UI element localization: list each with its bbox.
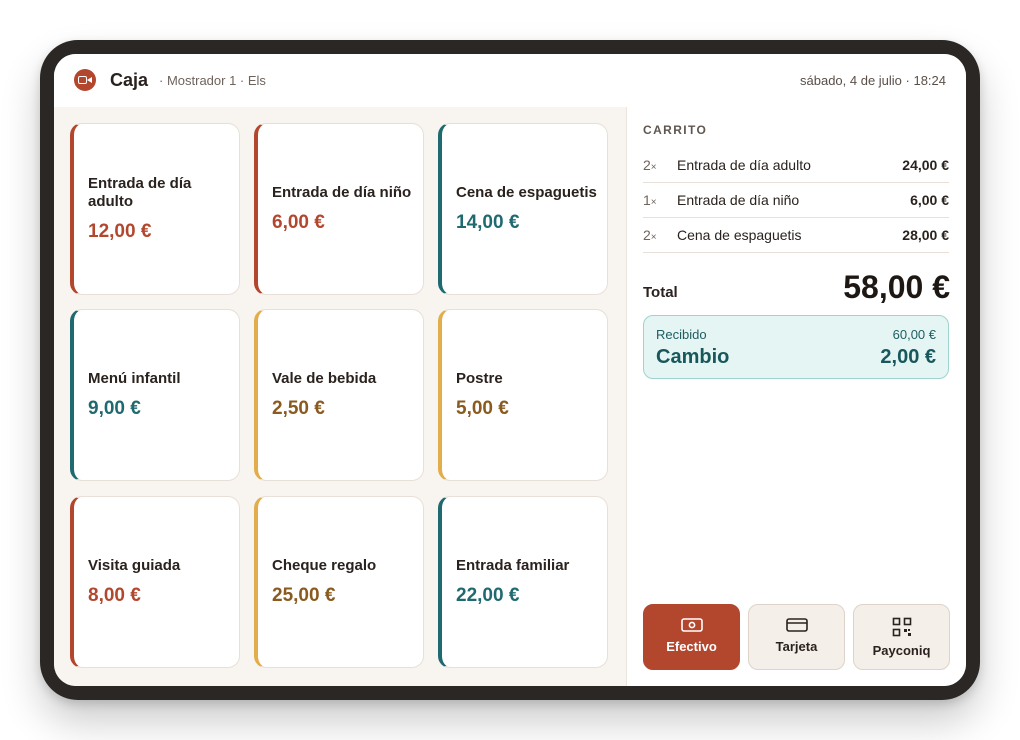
change-value: 2,00 €: [880, 346, 936, 368]
cart-title: CARRITO: [643, 123, 708, 137]
product-tile[interactable]: Entrada de día adulto 12,00 €: [70, 123, 240, 295]
cash-icon: [680, 618, 703, 632]
product-price: 8,00 €: [88, 585, 141, 606]
screen: Caja · Mostrador 1 · Els sábado, 4 de ju…: [54, 54, 966, 686]
total-value: 58,00 €: [843, 269, 950, 305]
top-bar: Caja · Mostrador 1 · Els sábado, 4 de ju…: [54, 54, 966, 108]
tablet-frame: Caja · Mostrador 1 · Els sábado, 4 de ju…: [40, 40, 980, 700]
register-subtitle: · Mostrador 1 · Els: [159, 73, 266, 88]
qr-code-icon: [892, 617, 911, 637]
cart-line[interactable]: 2× Cena de espaguetis 28,00 €: [643, 218, 949, 253]
received-value: 60,00 €: [892, 327, 936, 342]
cart-line[interactable]: 2× Entrada de día adulto 24,00 €: [643, 148, 949, 183]
product-name: Postre: [456, 370, 503, 387]
cart-item-amount: 24,00 €: [902, 157, 949, 173]
product-tile[interactable]: Postre 5,00 €: [438, 309, 608, 481]
pay-payconiq-button[interactable]: Payconiq: [853, 604, 950, 670]
cart-qty: 1×: [643, 192, 657, 208]
card-icon: [785, 618, 808, 632]
product-price: 6,00 €: [272, 212, 325, 233]
product-grid: Entrada de día adulto 12,00 € Entrada de …: [54, 107, 626, 686]
product-name: Vale de bebida: [272, 370, 377, 387]
camera-logo-icon: [74, 69, 96, 91]
cart-line[interactable]: 1× Entrada de día niño 6,00 €: [643, 183, 949, 218]
app-title: Caja: [110, 70, 149, 90]
product-price: 22,00 €: [456, 585, 520, 606]
product-price: 25,00 €: [272, 585, 336, 606]
pay-payconiq-label: Payconiq: [872, 643, 931, 658]
change-label: Cambio: [656, 346, 730, 368]
product-price: 2,50 €: [272, 398, 325, 419]
pay-card-label: Tarjeta: [775, 639, 818, 654]
pay-cash-label: Efectivo: [666, 639, 717, 654]
product-price: 5,00 €: [456, 398, 509, 419]
received-label: Recibido: [656, 327, 707, 342]
product-tile[interactable]: Cheque regalo 25,00 €: [254, 496, 424, 668]
product-tile[interactable]: Entrada de día niño 6,00 €: [254, 123, 424, 295]
product-price: 14,00 €: [456, 212, 520, 233]
cart-panel: CARRITO 2× Entrada de día adulto 24,00 €…: [626, 107, 966, 686]
date-time: sábado, 4 de julio · 18:24: [800, 73, 946, 88]
cart-qty: 2×: [643, 227, 657, 243]
cart-item-amount: 28,00 €: [902, 227, 949, 243]
product-tile[interactable]: Entrada familiar 22,00 €: [438, 496, 608, 668]
product-price: 12,00 €: [88, 221, 152, 242]
product-name: Entrada de día adulto: [88, 175, 192, 210]
product-tile[interactable]: Vale de bebida 2,50 €: [254, 309, 424, 481]
cart-item-amount: 6,00 €: [910, 192, 949, 208]
product-tile[interactable]: Cena de espaguetis 14,00 €: [438, 123, 608, 295]
product-name: Cena de espaguetis: [456, 184, 597, 201]
pay-cash-button[interactable]: Efectivo: [643, 604, 740, 670]
total-label: Total: [643, 284, 678, 301]
product-tile[interactable]: Visita guiada 8,00 €: [70, 496, 240, 668]
product-tile[interactable]: Menú infantil 9,00 €: [70, 309, 240, 481]
cart-item-name: Entrada de día adulto: [677, 157, 811, 173]
product-name: Cheque regalo: [272, 557, 377, 574]
product-price: 9,00 €: [88, 398, 141, 419]
product-name: Entrada familiar: [456, 557, 570, 574]
cart-qty: 2×: [643, 157, 657, 173]
cart-item-name: Cena de espaguetis: [677, 227, 802, 243]
change-summary: Recibido 60,00 € Cambio 2,00 €: [643, 315, 949, 379]
cart-item-name: Entrada de día niño: [677, 192, 800, 208]
pay-card-button[interactable]: Tarjeta: [748, 604, 845, 670]
product-name: Menú infantil: [88, 370, 181, 387]
product-name: Visita guiada: [88, 557, 181, 574]
product-name: Entrada de día niño: [272, 184, 412, 201]
